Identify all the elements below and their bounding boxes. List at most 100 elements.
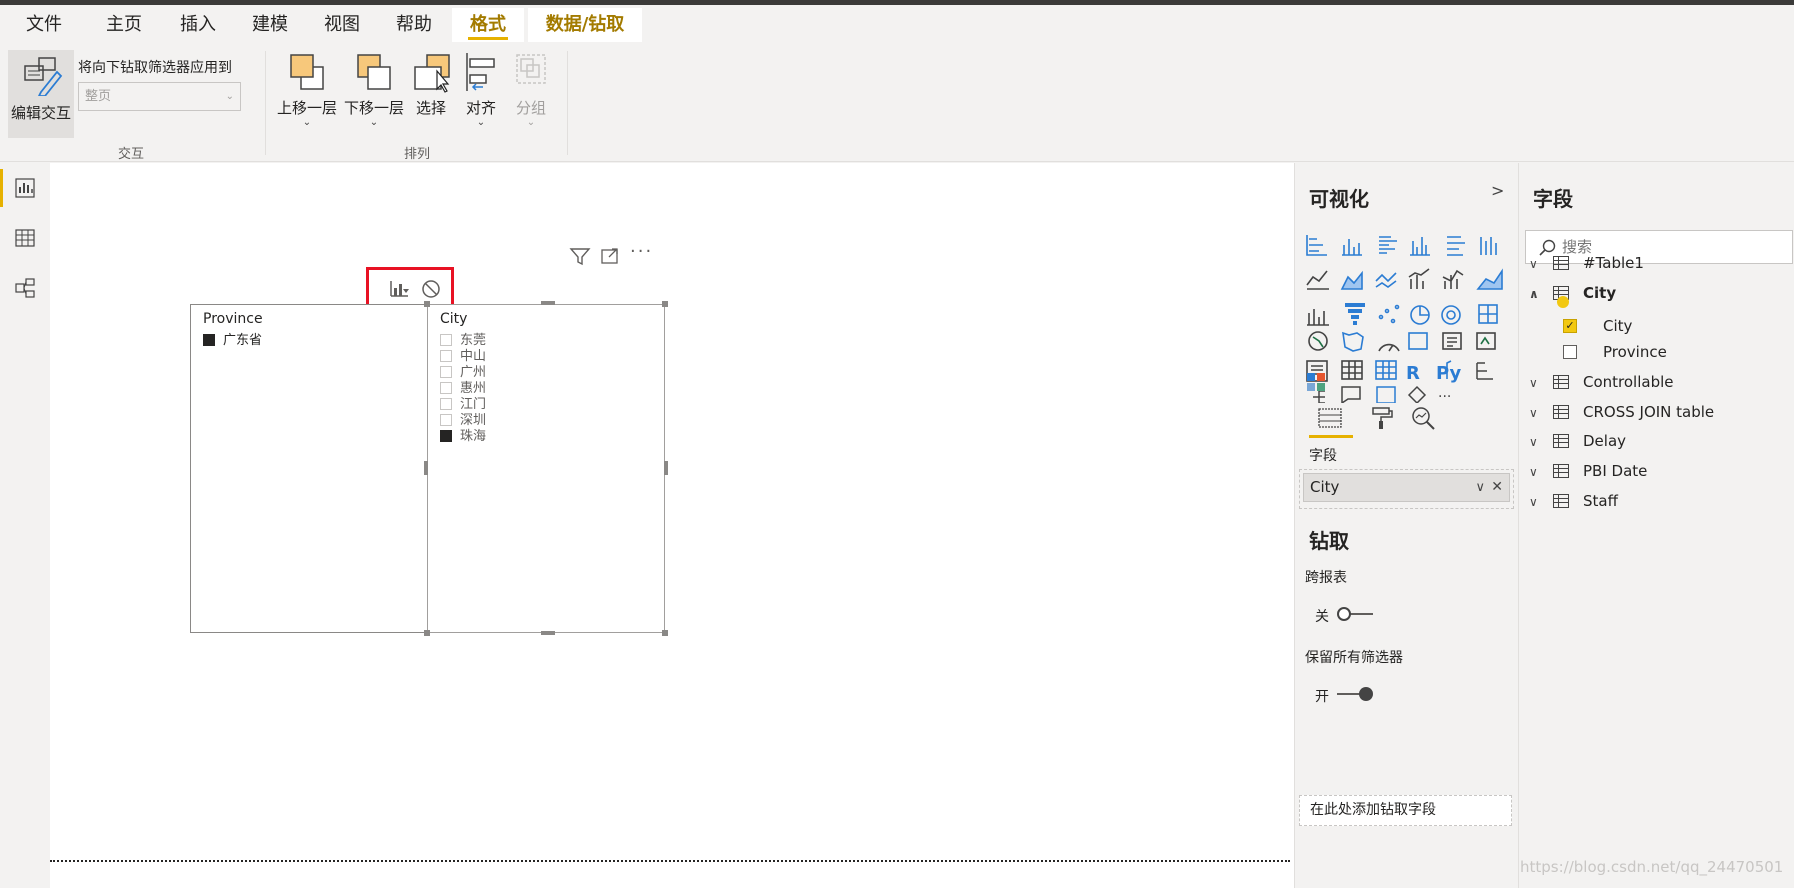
chevron-down-icon: ⌄	[526, 117, 536, 128]
report-view-icon[interactable]	[14, 177, 36, 199]
resize-handle[interactable]	[662, 630, 668, 636]
field-table-cross-join[interactable]: ∨ CROSS JOIN table	[1529, 399, 1714, 425]
field-well-value: City	[1310, 478, 1340, 496]
page-boundary	[50, 860, 1290, 862]
cross-report-label: 跨报表	[1305, 570, 1347, 586]
chevron-down-icon[interactable]: ∨	[1529, 459, 1541, 485]
resize-handle[interactable]	[664, 461, 668, 475]
tab-help[interactable]: 帮助	[386, 8, 442, 42]
cross-report-toggle[interactable]	[1337, 607, 1373, 621]
custom-visual-icon[interactable]	[1305, 371, 1327, 393]
chevron-down-icon: ⌄	[476, 117, 486, 128]
ribbon: 编辑交互 将向下钻取筛选器应用到 整页 ⌄ 交互 上移一层 ⌄ 下移一层 ⌄ 选…	[0, 45, 1794, 162]
report-canvas[interactable]: Province 广东省 ··· City 东莞 中山 广州 惠州 江门 深圳 …	[50, 163, 1294, 888]
selection-pane-button[interactable]: 选择	[408, 51, 454, 133]
fields-tab-icon[interactable]	[1315, 405, 1345, 431]
checkbox-checked[interactable]: ✓	[1563, 319, 1577, 333]
edit-interactions-button[interactable]: 编辑交互	[8, 50, 74, 138]
cross-report-state: 关	[1315, 609, 1329, 625]
drill-filter-select[interactable]: 整页 ⌄	[78, 82, 241, 111]
slicer-item[interactable]: 珠海	[440, 425, 486, 444]
viz-pane-title: 可视化	[1309, 187, 1369, 211]
resize-handle[interactable]	[541, 301, 555, 305]
send-backward-label: 下移一层	[343, 99, 404, 117]
group-label-interact: 交互	[118, 147, 145, 162]
svg-text:R: R	[1406, 363, 1420, 384]
fields-pane-title: 字段	[1533, 187, 1573, 211]
fields-label: 字段	[1309, 448, 1337, 464]
view-nav	[0, 163, 50, 888]
tab-data-drill[interactable]: 数据/钻取	[528, 8, 642, 42]
chevron-down-icon[interactable]: ∨	[1475, 474, 1485, 501]
tab-home[interactable]: 主页	[96, 8, 152, 42]
drill-field-drop-zone[interactable]: 在此处添加钻取字段	[1299, 795, 1512, 826]
none-interaction-icon[interactable]	[421, 279, 441, 299]
table-icon	[1553, 256, 1569, 270]
tab-modeling[interactable]: 建模	[242, 8, 298, 42]
chevron-right-icon[interactable]: >	[1491, 181, 1504, 200]
format-paint-roller-icon[interactable]	[1369, 405, 1395, 431]
svg-text:···: ···	[1438, 389, 1451, 403]
field-table-table1[interactable]: ∨ #Table1	[1529, 250, 1644, 276]
bring-forward-button[interactable]: 上移一层 ⌄	[276, 51, 338, 133]
slicer-item[interactable]: 广东省	[203, 329, 262, 348]
checkbox[interactable]	[440, 430, 452, 442]
group-label: 分组	[515, 99, 546, 117]
align-label: 对齐	[465, 99, 496, 117]
data-view-icon[interactable]	[14, 227, 36, 249]
fields-pane: 字段 ∨#Table1 ∧City ✓ City Province ∨Contr…	[1518, 163, 1794, 888]
tab-format[interactable]: 格式	[452, 8, 524, 42]
visualizations-pane: 可视化 > R Py ··· 字段 City ∨ ✕ 钻取 跨报表 关 保留所有…	[1294, 163, 1518, 888]
watermark: https://blog.csdn.net/qq_24470501	[1520, 858, 1784, 876]
selection-pane-label: 选择	[415, 99, 446, 117]
tab-file[interactable]: 文件	[16, 8, 72, 42]
drill-section-title: 钻取	[1309, 529, 1349, 553]
city-slicer[interactable]: City 东莞 中山 广州 惠州 江门 深圳 珠海	[427, 304, 665, 633]
chevron-down-icon[interactable]: ∨	[1529, 370, 1541, 396]
drill-filter-label: 将向下钻取筛选器应用到	[78, 60, 232, 76]
field-table-controllable[interactable]: ∨ Controllable	[1529, 369, 1674, 395]
align-button[interactable]: 对齐 ⌄	[458, 51, 504, 133]
ribbon-tabs: 文件 主页 插入 建模 视图 帮助 格式 数据/钻取	[0, 5, 1794, 45]
chevron-down-icon[interactable]: ∨	[1529, 429, 1541, 455]
filter-visual-icon[interactable]	[388, 279, 410, 299]
chevron-down-icon[interactable]: ∨	[1529, 251, 1541, 277]
field-table-staff[interactable]: ∨ Staff	[1529, 488, 1618, 514]
drill-filter-value: 整页	[85, 89, 112, 104]
analytics-magnifier-icon[interactable]	[1409, 405, 1437, 431]
resize-handle[interactable]	[424, 301, 430, 307]
checkbox[interactable]	[203, 334, 215, 346]
chevron-down-icon[interactable]: ∨	[1529, 489, 1541, 515]
province-slicer[interactable]: Province 广东省	[190, 304, 428, 633]
group-icon	[516, 54, 546, 84]
keep-filters-toggle[interactable]	[1337, 687, 1373, 701]
resize-handle[interactable]	[424, 461, 428, 475]
model-view-icon[interactable]	[14, 277, 36, 299]
more-options-icon[interactable]: ···	[630, 241, 653, 262]
visual-gallery[interactable]: R Py ···	[1305, 233, 1515, 403]
resize-handle[interactable]	[541, 631, 555, 635]
close-icon[interactable]: ✕	[1491, 474, 1503, 501]
ribbon-separator	[567, 51, 568, 155]
group-button[interactable]: 分组 ⌄	[508, 51, 554, 133]
field-table-delay[interactable]: ∨ Delay	[1529, 428, 1626, 454]
resize-handle[interactable]	[662, 301, 668, 307]
field-table-pbi-date[interactable]: ∨ PBI Date	[1529, 458, 1647, 484]
chevron-up-icon[interactable]: ∧	[1529, 281, 1541, 307]
tab-insert[interactable]: 插入	[170, 8, 226, 42]
field-well-item[interactable]: City ∨ ✕	[1303, 473, 1510, 502]
tab-view[interactable]: 视图	[314, 8, 370, 42]
field-table-city[interactable]: ∧ City	[1529, 280, 1616, 306]
send-backward-button[interactable]: 下移一层 ⌄	[343, 51, 405, 133]
slicer-title: Province	[203, 311, 263, 327]
checkmark-badge-icon	[1557, 296, 1569, 308]
toggle-knob	[1337, 607, 1351, 621]
focus-mode-icon[interactable]	[600, 246, 620, 266]
filter-icon[interactable]	[569, 246, 591, 266]
bring-forward-icon	[290, 54, 324, 90]
resize-handle[interactable]	[424, 630, 430, 636]
checkbox[interactable]	[1563, 345, 1577, 359]
table-icon	[1553, 494, 1569, 508]
chevron-down-icon[interactable]: ∨	[1529, 400, 1541, 426]
edit-interactions-label: 编辑交互	[10, 104, 71, 122]
